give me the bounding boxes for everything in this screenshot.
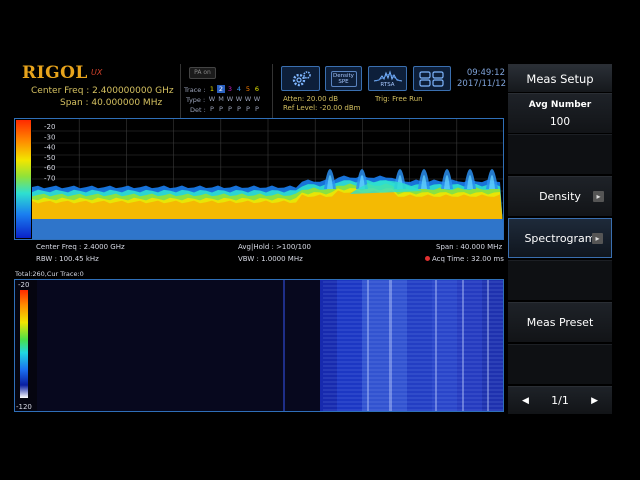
trace-grid[interactable]: 123456WMWWWWPPPPPP: [208, 85, 268, 115]
trig-readout[interactable]: Trig: Free Run: [375, 95, 423, 103]
ref-level-readout[interactable]: Ref Level: -20.00 dBm: [283, 104, 360, 112]
spectrum-y-tick: -50: [44, 154, 55, 162]
empty-softkey: [508, 260, 612, 300]
clock-date: 2017/11/12: [457, 79, 506, 89]
atten-readout[interactable]: Atten: 20.00 dB: [283, 95, 338, 103]
spectrogram-band: [462, 280, 464, 411]
spectrum-y-tick: -60: [44, 164, 55, 172]
gear-icon: [292, 70, 311, 86]
avg-number-label: Avg Number: [528, 99, 592, 110]
chevron-right-icon: ▸: [593, 191, 604, 202]
spectrogram-band: [487, 280, 489, 411]
trace-det[interactable]: P: [244, 105, 252, 113]
det-label: Det :: [190, 106, 206, 114]
density-color-scale: [16, 120, 31, 238]
trace-det[interactable]: P: [235, 105, 243, 113]
meas-preset-label: Meas Preset: [526, 316, 594, 329]
density-spe-button[interactable]: Density SPE: [325, 66, 362, 91]
settings-button[interactable]: [281, 66, 320, 91]
meas-setup-title: Meas Setup: [508, 64, 612, 92]
spectrogram-band: [367, 280, 369, 411]
spectrogram-color-scale: [20, 290, 28, 398]
trace-type[interactable]: W: [226, 95, 234, 103]
spectrogram-scale-top: -20: [18, 281, 30, 289]
trace-number[interactable]: 5: [244, 85, 252, 93]
density-spe-label: Density SPE: [330, 70, 357, 87]
trace-type[interactable]: M: [217, 95, 225, 103]
trace-det[interactable]: P: [226, 105, 234, 113]
rtsa-button[interactable]: RTSA: [368, 66, 407, 91]
page-nav: ◀ 1/1 ▶: [508, 386, 612, 414]
trace-number[interactable]: 4: [235, 85, 243, 93]
trace-type[interactable]: W: [208, 95, 216, 103]
spec-span[interactable]: Span : 40.000 MHz: [436, 243, 502, 251]
next-page-icon[interactable]: ▶: [591, 396, 598, 406]
acq-indicator-icon: [425, 256, 430, 261]
spectrogram-display[interactable]: -20 -120: [14, 279, 504, 412]
spec-avg-hold[interactable]: Avg|Hold : >100/100: [238, 243, 311, 251]
trace-det[interactable]: P: [253, 105, 261, 113]
trace-det[interactable]: P: [217, 105, 225, 113]
trace-number[interactable]: 2: [217, 85, 225, 93]
type-label: Type :: [186, 96, 206, 104]
trace-number[interactable]: 1: [208, 85, 216, 93]
chevron-right-icon: ▸: [592, 232, 603, 244]
spectrogram-band: [337, 280, 362, 411]
prev-page-icon[interactable]: ◀: [522, 396, 529, 406]
spectrogram-band: [435, 280, 437, 411]
trace-label: Trace :: [184, 86, 206, 94]
density-softkey[interactable]: Density ▸: [508, 176, 612, 216]
spec-center-freq[interactable]: Center Freq : 2.4000 GHz: [36, 243, 125, 251]
density-band: [32, 219, 503, 239]
trace-type[interactable]: W: [244, 95, 252, 103]
spec-acq-time[interactable]: Acq Time : 32.00 ms: [432, 255, 504, 263]
density-label: Density: [539, 190, 581, 203]
clock-time: 09:49:12: [466, 68, 505, 78]
header-center-freq[interactable]: Center Freq : 2.400000000 GHz: [31, 86, 174, 96]
trace-type[interactable]: W: [235, 95, 243, 103]
layout-button[interactable]: [413, 66, 451, 91]
spectrogram-softkey[interactable]: Spectrogram ▸: [508, 218, 612, 258]
rigol-logo: RIGOL: [22, 63, 88, 83]
trace-type[interactable]: W: [253, 95, 261, 103]
spec-rbw[interactable]: RBW : 100.45 kHz: [36, 255, 99, 263]
spectrogram-band: [407, 280, 432, 411]
spectrogram-band: [457, 280, 482, 411]
trace-number[interactable]: 6: [253, 85, 261, 93]
spectrum-y-tick: -40: [44, 144, 55, 152]
pa-indicator[interactable]: PA on: [189, 67, 216, 79]
empty-softkey: [508, 134, 612, 174]
softkey-panel: Meas Setup Avg Number 100 Density ▸ Spec…: [508, 64, 612, 414]
avg-number-softkey[interactable]: Avg Number 100: [508, 93, 612, 133]
spectrogram-trace-count: Total:260,Cur Trace:0: [15, 270, 84, 278]
spectrogram-band: [482, 280, 503, 411]
spectrogram-band: [320, 280, 337, 411]
spectrum-y-tick: -20: [44, 123, 55, 131]
spectrogram-label: Spectrogram: [524, 231, 596, 245]
spectrogram-line: [283, 280, 285, 411]
logo-sub: UX: [91, 68, 103, 77]
rtsa-spectrum-icon: [373, 69, 402, 81]
header-span[interactable]: Span : 40.000000 MHz: [60, 98, 162, 108]
trace-det[interactable]: P: [208, 105, 216, 113]
trace-number[interactable]: 3: [226, 85, 234, 93]
spectrogram-band: [389, 280, 392, 411]
density-spectrum-display[interactable]: -20 -30 -40 -50 -60 -70: [14, 118, 504, 240]
window-layout-icon: [419, 70, 444, 87]
rtsa-label: RTSA: [380, 81, 395, 88]
avg-number-value: 100: [549, 115, 571, 128]
spectrum-y-tick: -30: [44, 133, 55, 141]
density-plot: -20 -30 -40 -50 -60 -70: [32, 119, 503, 239]
empty-softkey: [508, 344, 612, 384]
page-indicator: 1/1: [551, 394, 569, 407]
meas-preset-softkey[interactable]: Meas Preset: [508, 302, 612, 342]
spectrum-y-tick: -70: [44, 175, 55, 183]
spec-vbw[interactable]: VBW : 1.0000 MHz: [238, 255, 303, 263]
spectrogram-plot: [37, 280, 503, 411]
spectrogram-scale-bottom: -120: [16, 403, 32, 411]
